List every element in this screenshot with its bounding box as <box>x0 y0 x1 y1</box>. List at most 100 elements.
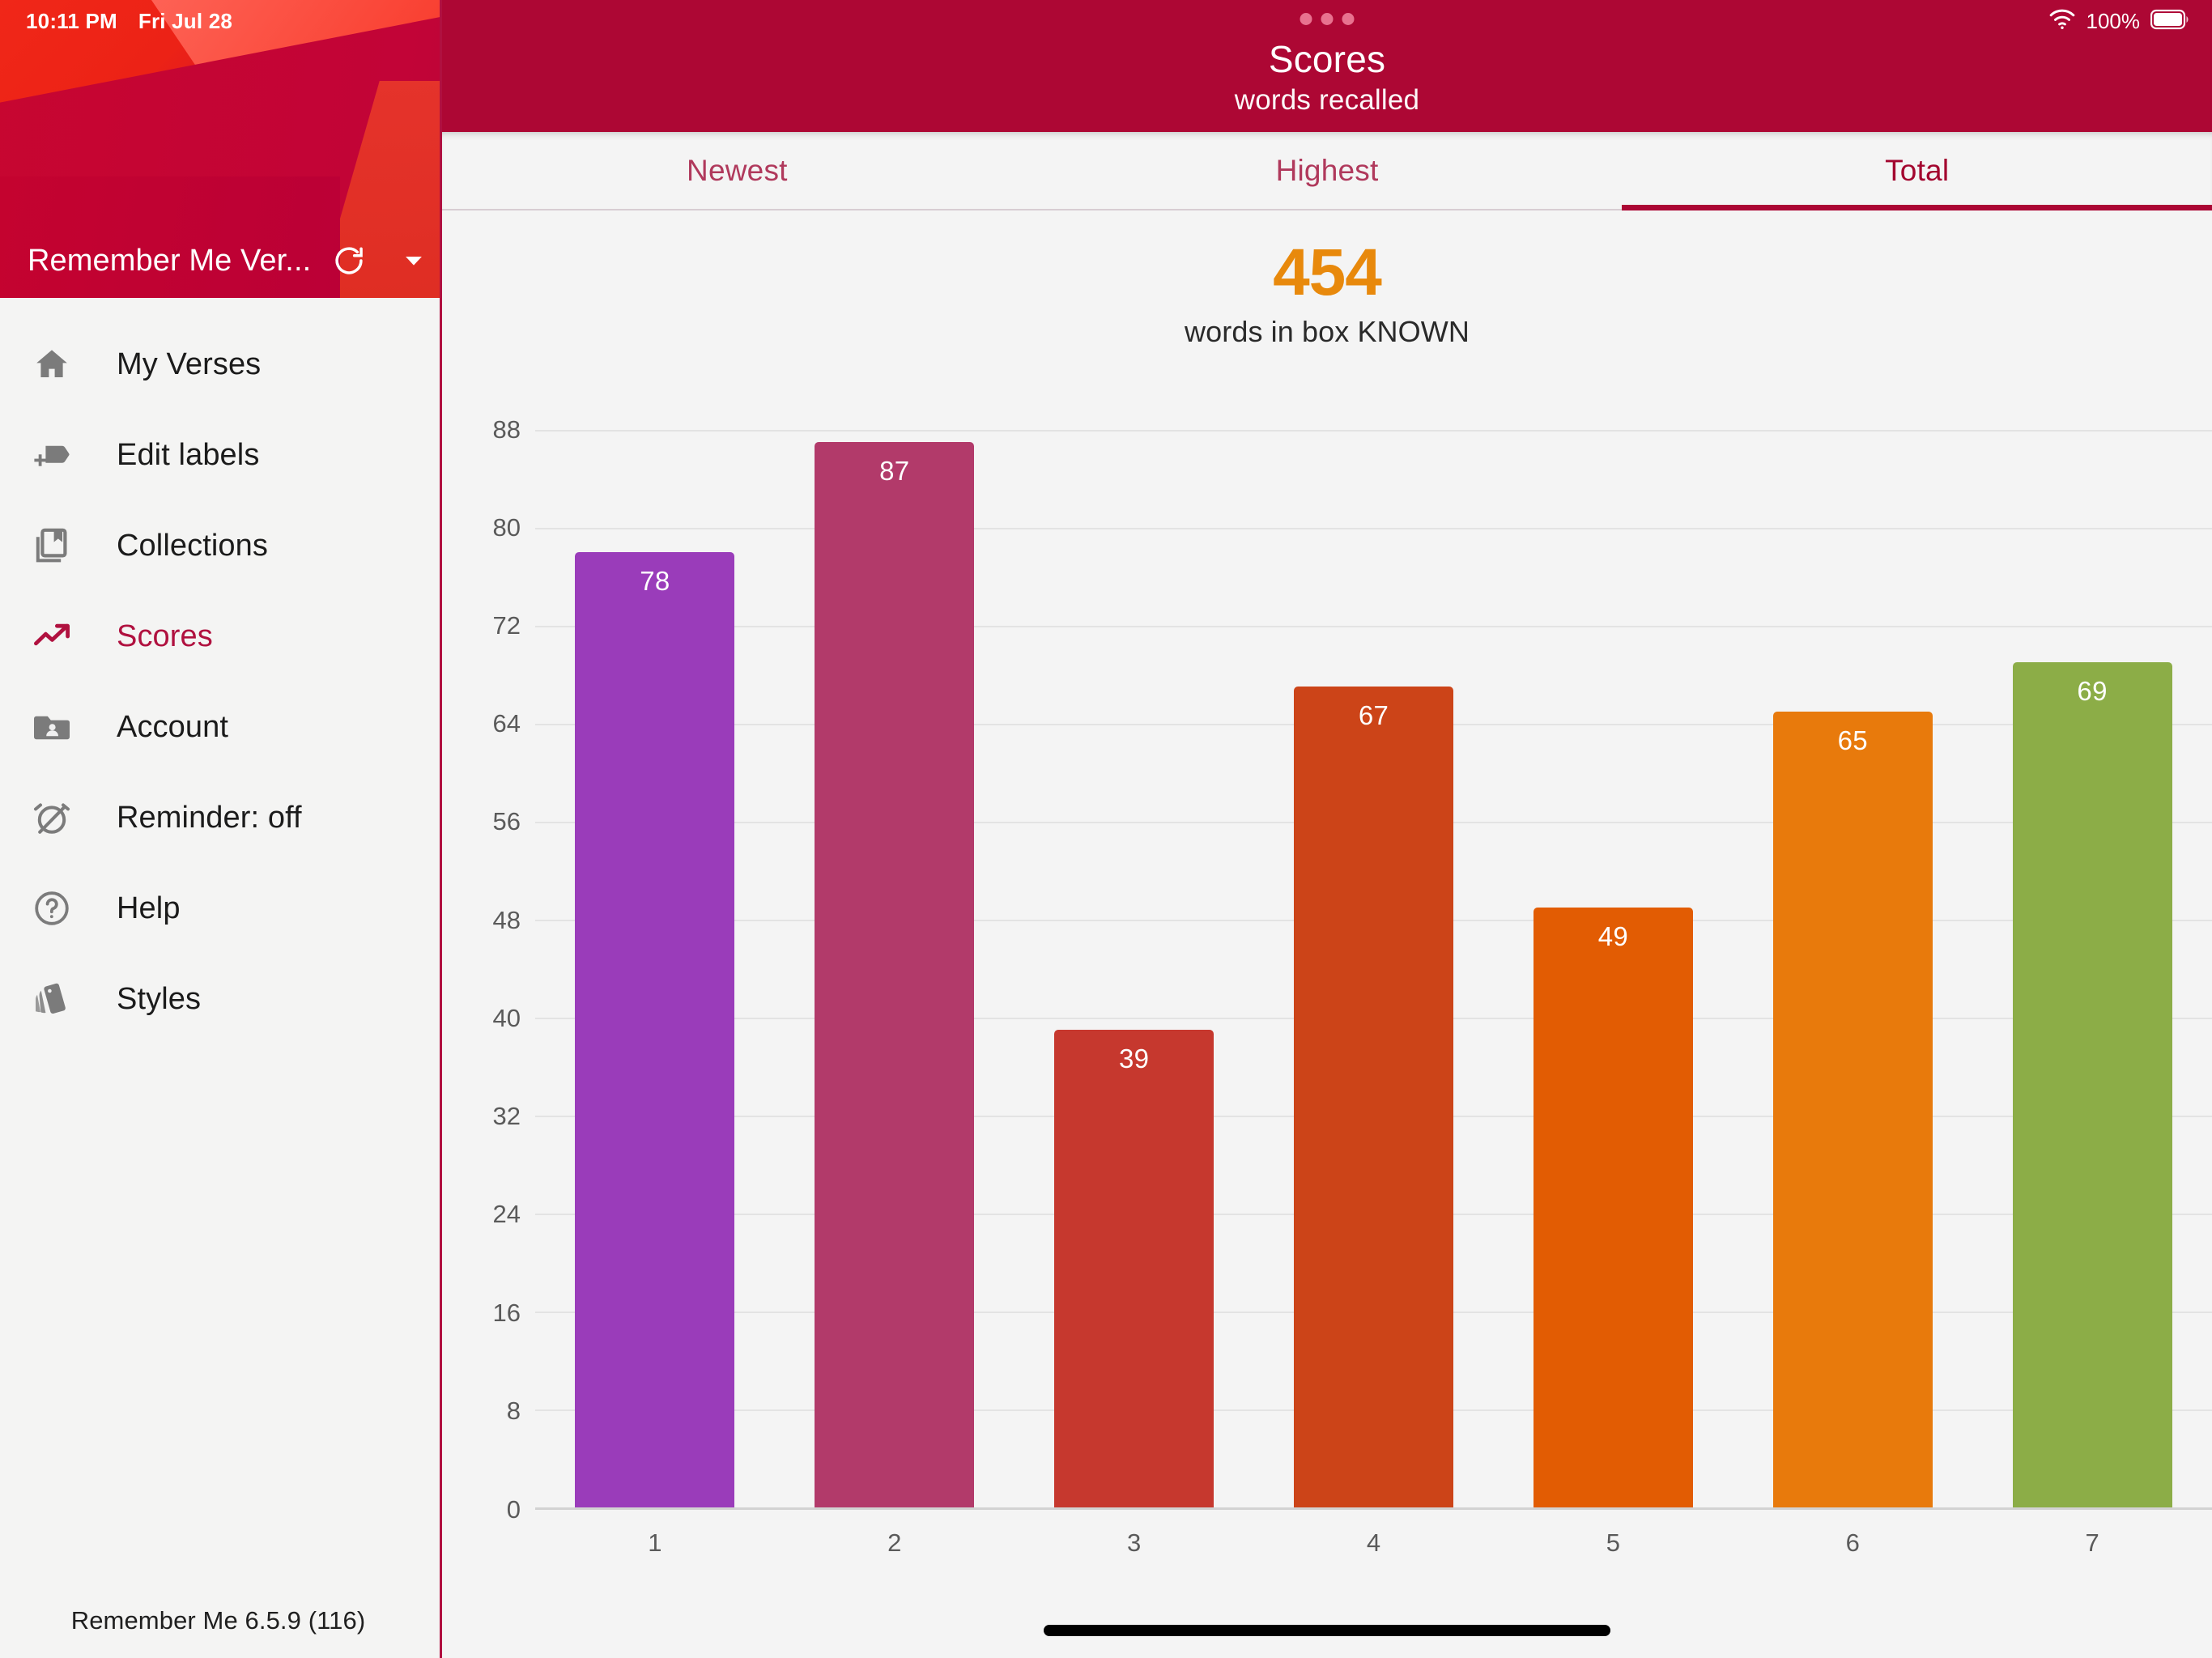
tab-newest[interactable]: Newest <box>442 132 1032 209</box>
sidebar-title: Remember Me Ver... <box>28 243 312 278</box>
trending-up-icon <box>29 614 74 659</box>
y-axis-tick-label: 0 <box>506 1495 521 1524</box>
bar[interactable]: 78 <box>575 551 735 1507</box>
y-axis-tick-label: 80 <box>492 512 521 542</box>
sidebar-title-row: Remember Me Ver... <box>0 241 440 280</box>
sidebar-item-collections[interactable]: Collections <box>0 500 440 591</box>
style-swatch-icon <box>29 976 74 1022</box>
sidebar-item-label: Account <box>117 709 229 744</box>
sidebar-item-label: My Verses <box>117 346 262 381</box>
sidebar-footer: Remember Me 6.5.9 (116) <box>0 1584 440 1658</box>
page-subtitle: words recalled <box>1234 84 1420 116</box>
bar-slot: 49 5 <box>1493 380 1733 1557</box>
sidebar-nav: My Verses Edit labels Collections Scores… <box>0 298 440 1044</box>
bar[interactable]: 49 <box>1533 907 1693 1507</box>
bar-value-label: 65 <box>1837 725 1868 755</box>
y-axis-tick-label: 8 <box>506 1396 521 1425</box>
label-add-icon <box>29 432 74 478</box>
sidebar-item-account[interactable]: Account <box>0 682 440 772</box>
sidebar-item-label: Reminder: off <box>117 800 302 835</box>
bar[interactable]: 39 <box>1054 1029 1214 1507</box>
x-axis-tick-label: 6 <box>1845 1528 1860 1557</box>
bar[interactable]: 69 <box>2012 662 2172 1507</box>
total-words-value: 454 <box>1273 236 1382 309</box>
sidebar-item-label: Scores <box>117 619 213 653</box>
dot <box>1300 13 1312 25</box>
status-time: 10:11 PM <box>26 8 117 33</box>
plot-region: 0 8 16 24 32 40 48 56 64 72 80 88 78 1 87 2 39 3 67 4 49 5 65… <box>493 380 2212 1557</box>
book-bookmark-icon <box>29 523 74 568</box>
sidebar-item-styles[interactable]: Styles <box>0 954 440 1044</box>
x-axis-tick-label: 5 <box>1606 1528 1620 1557</box>
tab-total[interactable]: Total <box>1622 132 2212 210</box>
more-horizontal-icon[interactable] <box>1300 13 1355 25</box>
chevron-down-icon[interactable] <box>400 241 428 280</box>
status-date: Fri Jul 28 <box>138 8 233 33</box>
battery-percent-text: 100% <box>2086 8 2141 33</box>
x-axis-tick-label: 2 <box>887 1528 902 1557</box>
y-axis-tick-label: 48 <box>492 905 521 934</box>
bar-slot: 39 3 <box>1015 380 1254 1557</box>
sidebar-item-reminder[interactable]: Reminder: off <box>0 772 440 863</box>
home-indicator[interactable] <box>1044 1625 1610 1636</box>
sidebar-item-help[interactable]: Help <box>0 863 440 954</box>
status-bar-left: 10:11 PM Fri Jul 28 <box>0 0 440 42</box>
sidebar-item-label: Collections <box>117 528 268 563</box>
sidebar-item-label: Help <box>117 891 181 925</box>
y-axis-tick-label: 64 <box>492 709 521 738</box>
folder-user-icon <box>29 704 74 750</box>
tab-bar: Newest Highest Total <box>442 132 2212 210</box>
sidebar-item-label: Styles <box>117 981 202 1016</box>
dot <box>1342 13 1355 25</box>
y-axis-tick-label: 72 <box>492 611 521 640</box>
summary-block: 454 words in box KNOWN <box>442 210 2212 353</box>
page-title: Scores <box>1268 38 1386 80</box>
wifi-icon <box>2048 8 2076 35</box>
bar-slot: 67 4 <box>1254 380 1494 1557</box>
gridline: 0 <box>507 1495 2212 1524</box>
y-axis-tick-label: 32 <box>492 1102 521 1131</box>
sidebar: 10:11 PM Fri Jul 28 Remember Me Ver... M… <box>0 0 442 1658</box>
bar-value-label: 39 <box>1118 1043 1150 1073</box>
ipad-screen: 10:11 PM Fri Jul 28 Remember Me Ver... M… <box>0 0 2212 1658</box>
alarm-off-icon <box>29 795 74 840</box>
y-axis-tick-label: 56 <box>492 807 521 836</box>
sidebar-item-edit-labels[interactable]: Edit labels <box>0 410 440 500</box>
bar-value-label: 87 <box>879 455 910 486</box>
x-axis-tick-label: 7 <box>2085 1528 2099 1557</box>
app-bar-titles: Scores words recalled <box>442 36 2212 118</box>
y-axis-tick-label: 24 <box>492 1200 521 1229</box>
refresh-icon[interactable] <box>332 241 366 280</box>
bar-slot: 78 1 <box>535 380 775 1557</box>
bars-group: 78 1 87 2 39 3 67 4 49 5 65 6 69 7 <box>535 380 2212 1557</box>
x-axis-tick-label: 4 <box>1366 1528 1381 1557</box>
bar[interactable]: 67 <box>1294 687 1453 1507</box>
tab-highest[interactable]: Highest <box>1032 132 1623 209</box>
bar-chart[interactable]: 0 8 16 24 32 40 48 56 64 72 80 88 78 1 87 2 39 3 67 4 49 5 65… <box>442 361 2212 1580</box>
battery-full-icon <box>2150 9 2189 34</box>
sidebar-header: 10:11 PM Fri Jul 28 Remember Me Ver... <box>0 0 440 298</box>
bar[interactable]: 87 <box>815 441 975 1507</box>
main-content: Scores words recalled 100% Newest Highes… <box>442 0 2212 1658</box>
bar-value-label: 49 <box>1597 920 1629 951</box>
chart-area: 0 8 16 24 32 40 48 56 64 72 80 88 78 1 87 2 39 3 67 4 49 5 65… <box>442 361 2212 1658</box>
y-axis-tick-label: 40 <box>492 1003 521 1032</box>
bar-slot: 65 6 <box>1733 380 1972 1557</box>
x-axis-tick-label: 1 <box>648 1528 662 1557</box>
sidebar-item-label: Edit labels <box>117 437 260 472</box>
status-bar-right: 100% <box>2048 0 2190 42</box>
bar[interactable]: 65 <box>1772 711 1933 1507</box>
y-axis-tick-label: 16 <box>492 1298 521 1327</box>
bar-value-label: 67 <box>1358 700 1389 731</box>
app-version-text: Remember Me 6.5.9 (116) <box>70 1606 366 1635</box>
app-bar: Scores words recalled 100% <box>442 0 2212 132</box>
help-circle-icon <box>29 886 74 931</box>
bar-slot: 87 2 <box>775 380 1015 1557</box>
bar-value-label: 78 <box>640 565 670 596</box>
x-axis-tick-label: 3 <box>1127 1528 1142 1557</box>
sidebar-item-my-verses[interactable]: My Verses <box>0 319 440 410</box>
sidebar-item-scores[interactable]: Scores <box>0 591 440 682</box>
dot <box>1321 13 1334 25</box>
y-axis-tick-label: 88 <box>492 414 521 444</box>
total-words-label: words in box KNOWN <box>1185 315 1470 348</box>
